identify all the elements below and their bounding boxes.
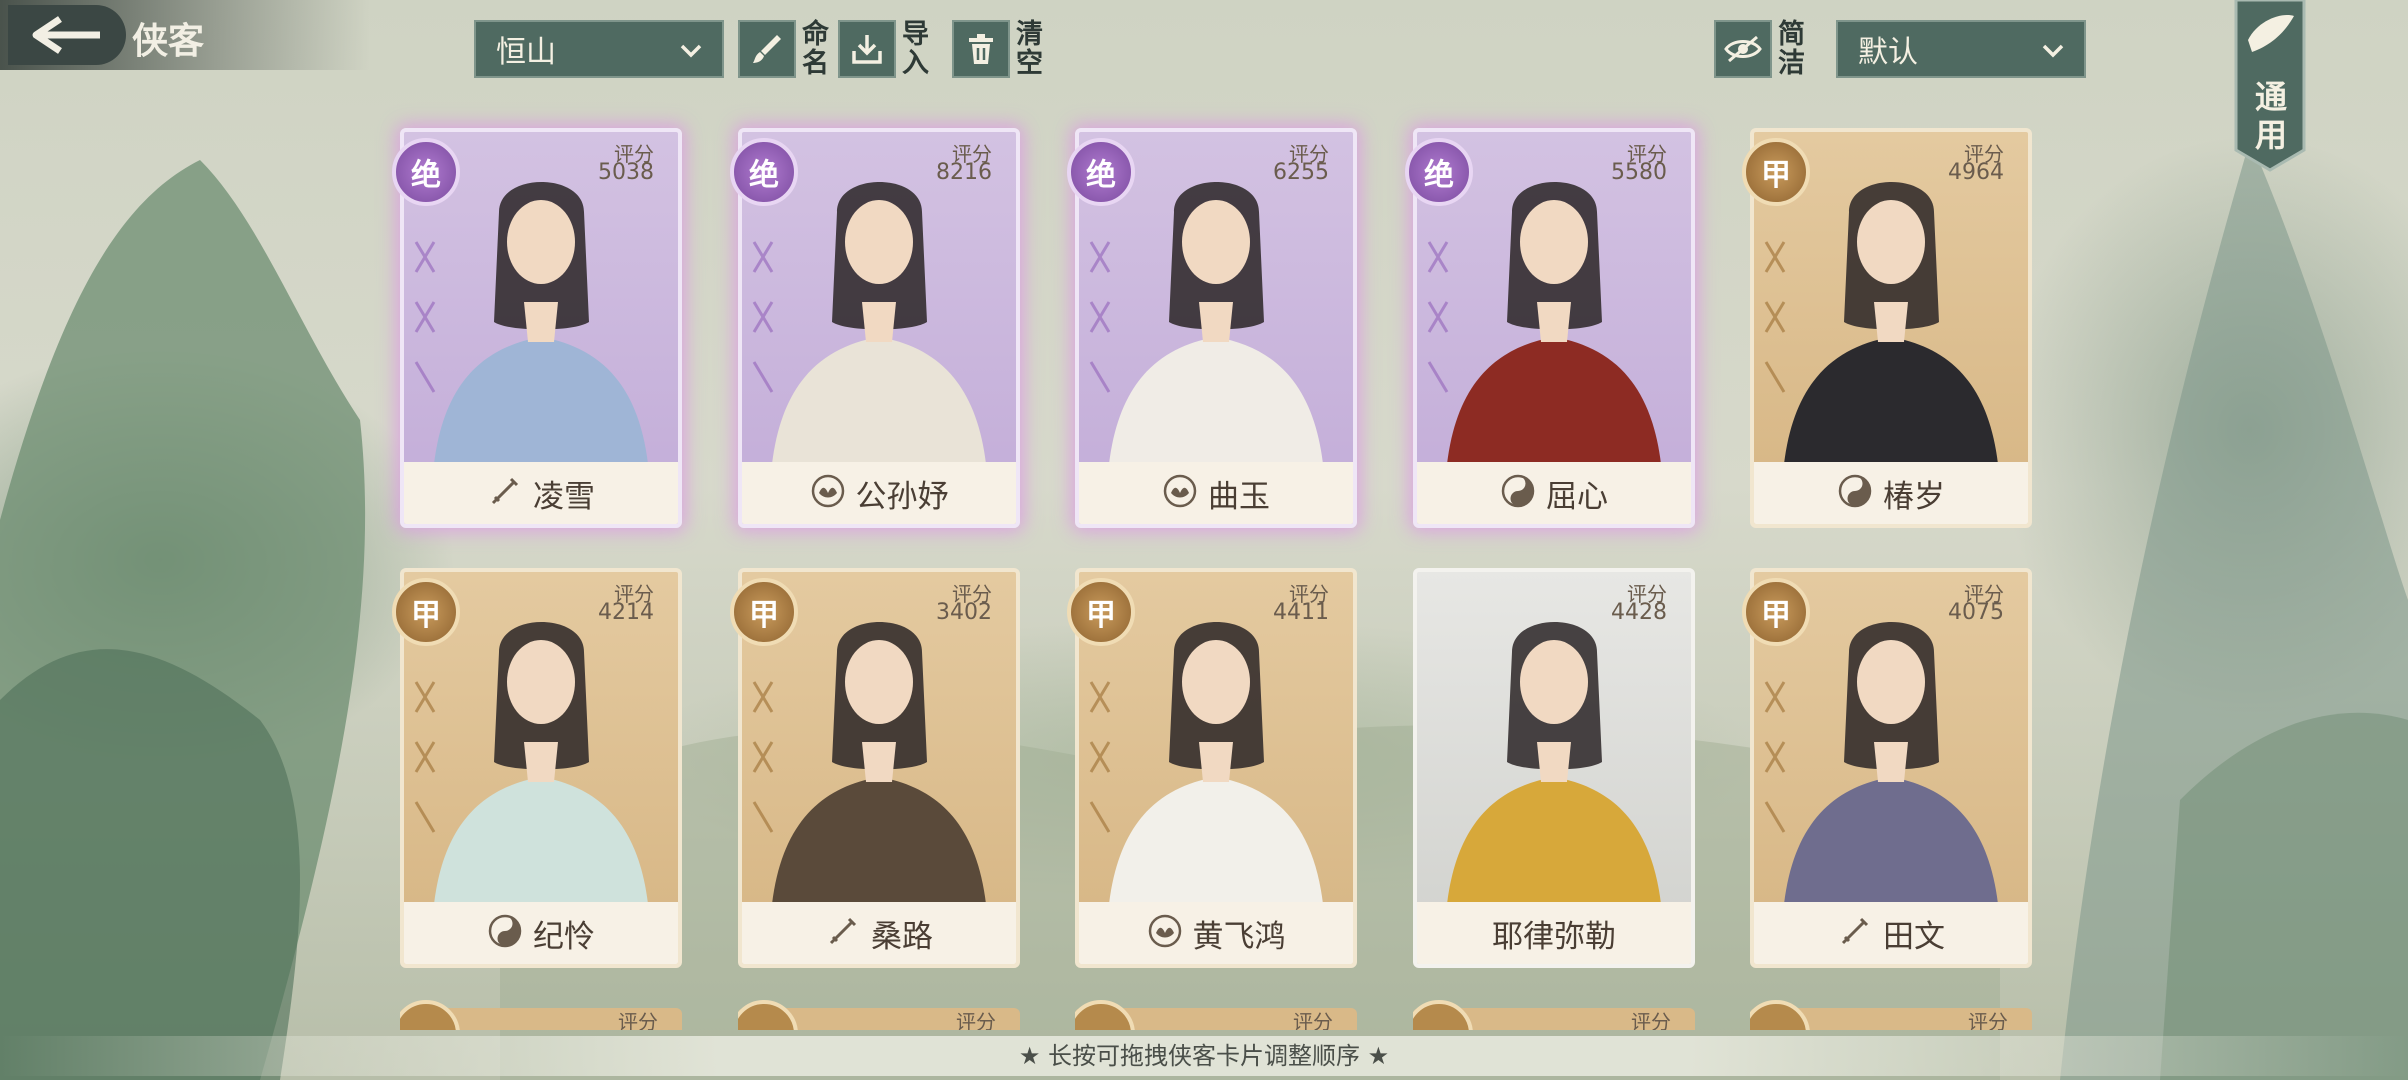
rarity-badge: 甲	[1067, 578, 1135, 646]
hero-card[interactable]: 评分 4075 田文甲	[1742, 568, 2032, 968]
name-bar: 田文	[1754, 902, 2028, 964]
card-ornament	[752, 241, 774, 393]
lotus-school-icon	[1147, 913, 1183, 953]
rarity-badge: 绝	[1405, 138, 1473, 206]
taiji-school-icon	[1500, 473, 1536, 513]
name-bar: 耶律弥勒	[1417, 902, 1691, 964]
hero-score: 4411	[1273, 600, 1329, 625]
hero-score: 4075	[1948, 600, 2004, 625]
hero-score: 3402	[936, 600, 992, 625]
rarity-badge: 甲	[730, 578, 798, 646]
card-partial[interactable]: 评分	[1750, 1000, 2032, 1030]
sect-select-value: 恒山	[496, 35, 556, 70]
hero-name: 纪怜	[533, 918, 595, 955]
taiji-school-icon	[1837, 473, 1873, 513]
hero-score: 5038	[598, 160, 654, 185]
hero-name: 公孙妤	[855, 478, 949, 515]
rarity-badge: 甲	[1742, 578, 1810, 646]
hero-name: 椿岁	[1883, 478, 1945, 515]
hero-score: 5580	[1611, 160, 1667, 185]
card-ornament	[1089, 681, 1111, 833]
rarity-badge: 绝	[730, 138, 798, 206]
hero-card[interactable]: 评分 4411 黄飞鸿甲	[1067, 568, 1357, 968]
drag-hint: ★ 长按可拖拽侠客卡片调整顺序 ★	[0, 1036, 2408, 1076]
import-button[interactable]: 导入	[838, 20, 930, 78]
sword-school-icon	[1837, 913, 1873, 953]
hero-card[interactable]: 评分 4964 椿岁甲	[1742, 128, 2032, 528]
rename-button[interactable]: 命名	[738, 20, 830, 78]
hero-name: 黄飞鸿	[1192, 918, 1286, 955]
card-ornament	[1089, 241, 1111, 393]
name-bar: 纪怜	[404, 902, 678, 964]
name-bar: 凌雪	[404, 462, 678, 524]
card-ornament	[752, 681, 774, 833]
generic-tab[interactable]: 通用	[2234, 0, 2306, 172]
rarity-badge: 甲	[1742, 138, 1810, 206]
sort-select-value: 默认	[1858, 35, 1918, 70]
hero-score: 4214	[598, 600, 654, 625]
card-ornament	[1764, 681, 1786, 833]
lotus-school-icon	[1162, 473, 1198, 513]
sect-select[interactable]: 恒山	[474, 20, 724, 78]
lotus-school-icon	[810, 473, 846, 513]
card-ornament	[1764, 241, 1786, 393]
hero-score: 6255	[1273, 160, 1329, 185]
rename-label: 命名	[802, 19, 829, 79]
card-partial[interactable]: 评分	[738, 1000, 1020, 1030]
card-partial[interactable]: 评分	[1075, 1000, 1357, 1030]
chevron-down-icon	[2042, 44, 2064, 58]
hero-name: 凌雪	[533, 478, 595, 515]
simple-mode-toggle[interactable]: 简洁	[1714, 20, 1806, 78]
hero-card[interactable]: 评分 5038 凌雪绝	[392, 128, 682, 528]
back-arrow-icon	[32, 16, 100, 54]
hero-card[interactable]: 评分 8216 公孙妤绝	[730, 128, 1020, 528]
name-bar: 公孙妤	[742, 462, 1016, 524]
hero-score: 4428	[1611, 600, 1667, 625]
title-bar: 侠客	[0, 0, 370, 70]
name-bar: 黄飞鸿	[1079, 902, 1353, 964]
import-label: 导入	[902, 19, 929, 79]
hero-card[interactable]: 评分 6255 曲玉绝	[1067, 128, 1357, 528]
simple-mode-label: 简洁	[1778, 19, 1805, 79]
import-icon	[838, 20, 896, 78]
hero-score: 4964	[1948, 160, 2004, 185]
hero-name: 曲玉	[1208, 478, 1270, 515]
hero-name: 桑路	[871, 918, 933, 955]
brush-icon	[738, 20, 796, 78]
hero-card[interactable]: 评分 5580 屈心绝	[1405, 128, 1695, 528]
taiji-school-icon	[487, 913, 523, 953]
card-ornament	[414, 681, 436, 833]
name-bar: 曲玉	[1079, 462, 1353, 524]
card-frame: 评分 4428 耶律弥勒	[1413, 568, 1695, 968]
card-ornament	[414, 241, 436, 393]
hero-card[interactable]: 评分 4214 纪怜甲	[392, 568, 682, 968]
clear-button[interactable]: 清空	[952, 20, 1044, 78]
hero-card[interactable]: 评分 3402 桑路甲	[730, 568, 1020, 968]
card-partial[interactable]: 评分	[1413, 1000, 1695, 1030]
eye-slash-icon	[1714, 20, 1772, 78]
rarity-badge: 甲	[392, 578, 460, 646]
back-button[interactable]	[8, 5, 126, 65]
clear-label: 清空	[1016, 19, 1043, 79]
hero-score: 8216	[936, 160, 992, 185]
sword-school-icon	[825, 913, 861, 953]
rarity-badge: 绝	[1067, 138, 1135, 206]
name-bar: 椿岁	[1754, 462, 2028, 524]
trash-icon	[952, 20, 1010, 78]
rarity-badge: 绝	[392, 138, 460, 206]
page-title: 侠客	[132, 21, 205, 62]
card-partial[interactable]: 评分	[400, 1000, 682, 1030]
name-bar: 屈心	[1417, 462, 1691, 524]
sword-school-icon	[487, 473, 523, 513]
hero-name: 屈心	[1546, 478, 1608, 515]
generic-tab-label: 通用	[2254, 78, 2287, 154]
card-ornament	[1427, 241, 1449, 393]
hero-name: 耶律弥勒	[1492, 918, 1616, 955]
sort-select[interactable]: 默认	[1836, 20, 2086, 78]
hero-card[interactable]: 评分 4428 耶律弥勒	[1413, 568, 1695, 968]
hero-name: 田文	[1883, 918, 1945, 955]
chevron-down-icon	[680, 44, 702, 58]
name-bar: 桑路	[742, 902, 1016, 964]
